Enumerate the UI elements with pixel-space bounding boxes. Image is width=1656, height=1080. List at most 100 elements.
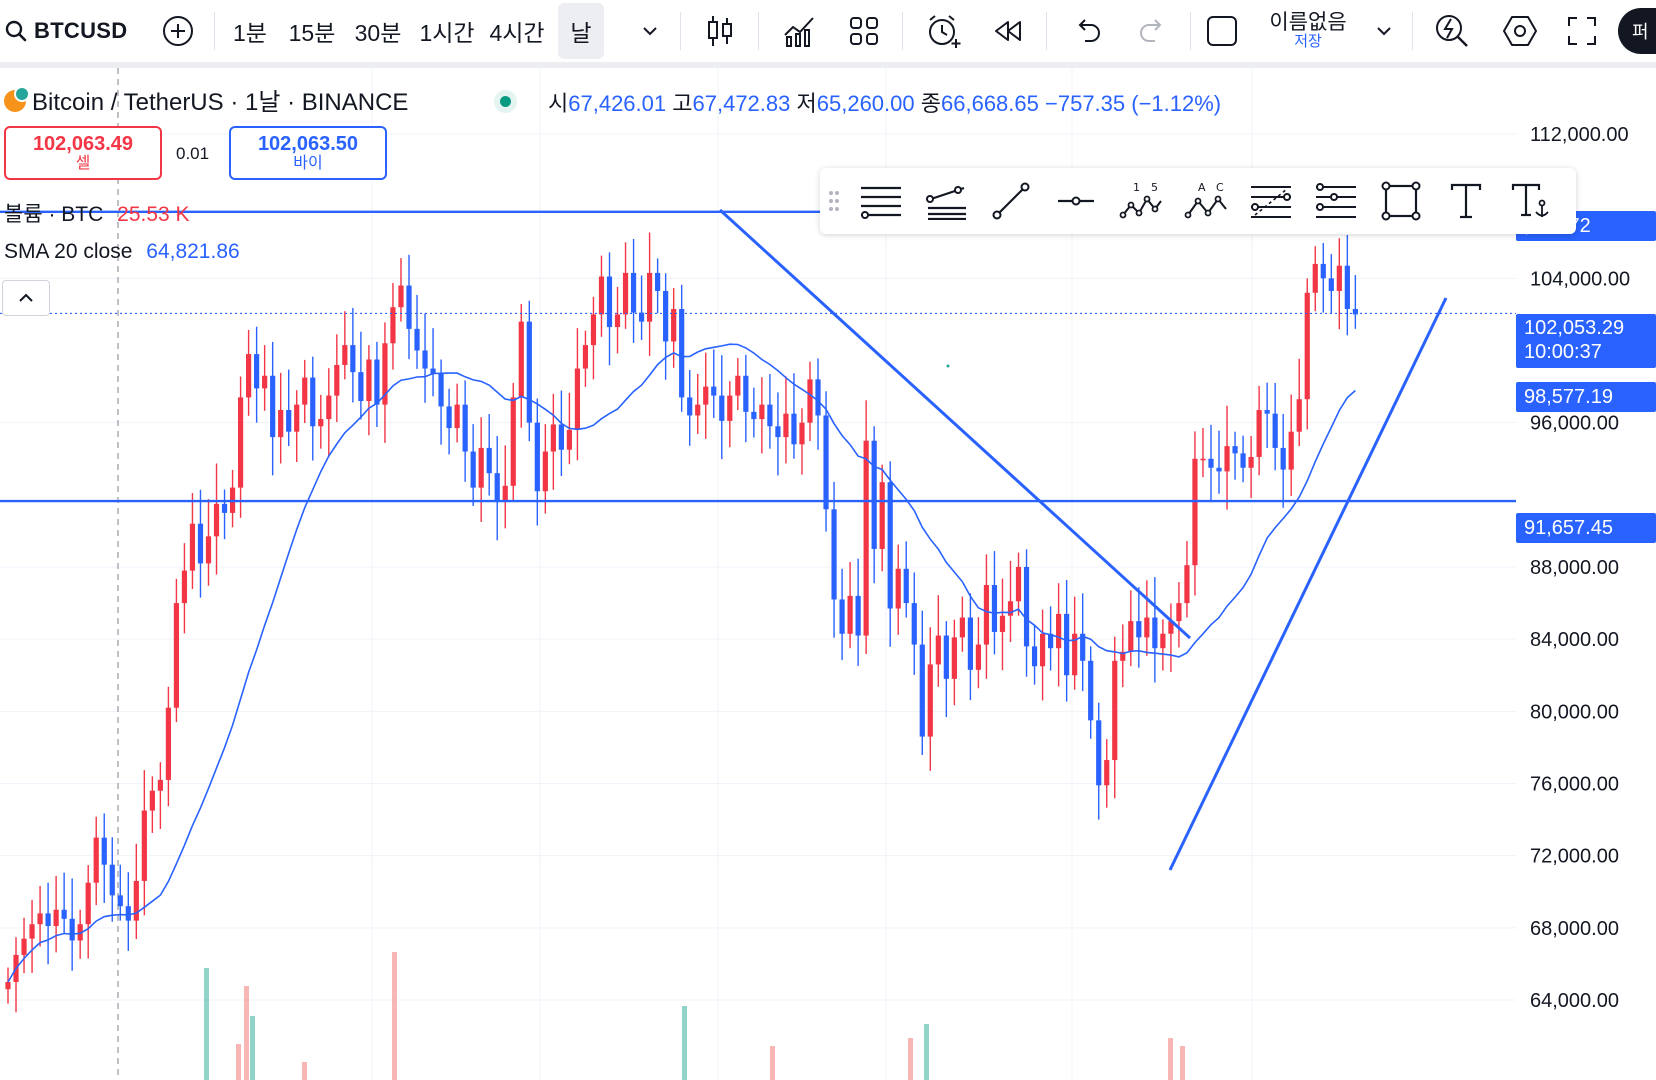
timeframe-30m[interactable]: 30분 [348, 0, 408, 62]
candle-body [1320, 263, 1326, 279]
rectangle-tool[interactable] [1368, 168, 1433, 234]
quick-search-button[interactable] [1428, 0, 1476, 62]
candle-body [823, 415, 829, 510]
candle-body [1240, 453, 1246, 468]
high-key: 고 [672, 91, 693, 116]
candle-body [278, 410, 284, 438]
indicators-button[interactable] [776, 0, 824, 62]
y-axis-tick-label: 72,000.00 [1530, 846, 1619, 868]
candle-body [350, 345, 356, 373]
drag-grip-icon [829, 191, 839, 211]
fullscreen-icon [1568, 17, 1596, 45]
candle-body [919, 644, 925, 737]
symbol-search-button[interactable]: BTCUSD [4, 0, 144, 62]
candle-body [149, 790, 155, 811]
ohlc-values: 시67,426.01 고67,472.83 저65,260.00 종66,668… [548, 86, 1221, 118]
collapse-legend-button[interactable] [2, 280, 50, 316]
replay-button[interactable] [984, 0, 1032, 62]
fib-retracement-tool[interactable] [1238, 168, 1303, 234]
text-tool[interactable] [1433, 168, 1498, 234]
parallel-channel-icon [925, 186, 966, 220]
layout-toggle-button[interactable] [1200, 0, 1244, 62]
buy-button[interactable]: 102,063.50 바이 [229, 126, 387, 180]
candle-body [935, 635, 941, 665]
candle-body [69, 918, 75, 941]
sell-price: 102,063.49 [32, 133, 134, 156]
candle-body [1088, 660, 1094, 721]
candle-body [911, 603, 917, 645]
candle-body [414, 328, 420, 351]
undo-button[interactable] [1064, 0, 1112, 62]
alert-button[interactable] [920, 0, 968, 62]
parallel-channel-tool[interactable] [913, 168, 978, 234]
publish-button[interactable]: 퍼 [1618, 8, 1656, 54]
candle-body [767, 404, 773, 427]
candle-body [470, 451, 476, 488]
buy-label: 바이 [293, 155, 323, 173]
timeframe-1m[interactable]: 1분 [226, 0, 274, 62]
timeframe-15m[interactable]: 15분 [282, 0, 342, 62]
layout-dropdown[interactable] [1366, 0, 1402, 62]
sma-price-label[interactable]: 98,577.19 [1516, 382, 1656, 412]
horizontal-ray-tool[interactable] [1043, 168, 1108, 234]
candle-body [318, 419, 324, 427]
timeframe-1h[interactable]: 1시간 [414, 0, 480, 62]
candle-body [1056, 613, 1062, 649]
volume-legend[interactable]: 볼륨 · BTC 25.53 K [4, 198, 190, 228]
candle-body [534, 422, 540, 492]
candle-body [687, 397, 693, 416]
layout-name-button[interactable]: 이름없음 저장 [1256, 0, 1360, 62]
fib-extension-tool[interactable] [1303, 168, 1368, 234]
candle-body [270, 375, 276, 438]
fib-retracement-icon [1250, 186, 1291, 218]
layouts-button[interactable] [840, 0, 888, 62]
sma-legend[interactable]: SMA 20 close 64,821.86 [4, 240, 240, 264]
candle-body [1176, 603, 1182, 622]
candle-body [719, 395, 725, 421]
lightning-search-icon [1436, 15, 1468, 47]
fullscreen-button[interactable] [1560, 0, 1604, 62]
chevron-down-icon [643, 27, 657, 36]
candle-body [1344, 265, 1350, 310]
current-price-label[interactable]: 102,053.29 10:00:37 [1516, 314, 1656, 368]
timeframe-1d[interactable]: 날 [558, 3, 604, 59]
support-price-label[interactable]: 91,657.45 [1516, 513, 1656, 543]
candle-body [1192, 458, 1198, 566]
drawing-toolbar: 15 AC [820, 168, 1576, 234]
candle-body [157, 779, 163, 791]
candle-body [999, 615, 1006, 632]
anchored-text-tool[interactable] [1498, 168, 1563, 234]
candle-body [727, 395, 733, 421]
candle-body [1112, 660, 1118, 761]
candle-body [53, 909, 59, 927]
settings-button[interactable] [1496, 0, 1544, 62]
xabcd-pattern-tool[interactable]: 15 [1108, 168, 1173, 234]
redo-button[interactable] [1128, 0, 1176, 62]
timeframe-dropdown[interactable] [632, 0, 668, 62]
candle-body [109, 864, 115, 896]
volume-bar [924, 1024, 929, 1080]
trend-line-tool[interactable] [978, 168, 1043, 234]
symbol-title: Bitcoin / TetherUS · 1날 · BINANCE [32, 89, 409, 116]
volume-bar [1180, 1046, 1185, 1080]
candle-body [815, 379, 821, 416]
drag-handle[interactable] [820, 190, 848, 212]
symbol-legend[interactable]: Bitcoin / TetherUS · 1날 · BINANCE [4, 82, 408, 117]
timeframe-4h[interactable]: 4시간 [484, 0, 550, 62]
candle-body [141, 810, 147, 881]
horizontal-lines-tool[interactable] [848, 168, 913, 234]
candle-body [1104, 760, 1110, 786]
candle-body [1272, 413, 1278, 448]
candle-body [598, 276, 605, 315]
candle-body [462, 404, 468, 452]
compare-symbol-button[interactable] [158, 0, 198, 62]
candle-body [807, 379, 813, 423]
candle-body [221, 503, 228, 513]
sell-button[interactable]: 102,063.49 셀 [4, 126, 162, 180]
candle-body [310, 377, 316, 427]
abc-pattern-icon: AC [1184, 181, 1227, 219]
abc-pattern-tool[interactable]: AC [1173, 168, 1238, 234]
chart-type-button[interactable] [698, 0, 742, 62]
volume-bar [204, 968, 209, 1080]
volume-bar [302, 1062, 307, 1080]
